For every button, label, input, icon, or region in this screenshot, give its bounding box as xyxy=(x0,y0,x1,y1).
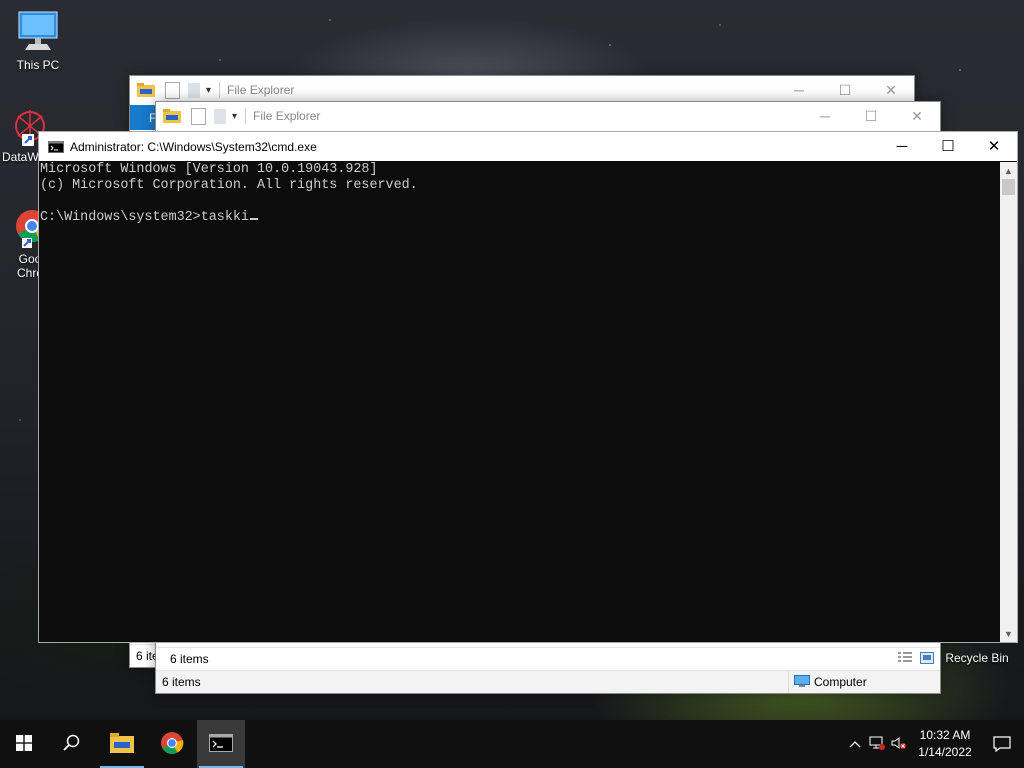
text-cursor xyxy=(249,218,258,220)
details-item-count: 6 items xyxy=(162,675,201,689)
vertical-scrollbar[interactable]: ▲ ▼ xyxy=(1000,162,1017,642)
chrome-icon xyxy=(160,731,184,758)
search-button[interactable] xyxy=(48,720,96,768)
taskbar: 10:32 AM 1/14/2022 xyxy=(0,720,1024,768)
desktop-icon-this-pc[interactable]: This PC xyxy=(0,10,76,72)
scroll-thumb[interactable] xyxy=(1002,179,1015,195)
console-output[interactable]: Microsoft Windows [Version 10.0.19043.92… xyxy=(39,162,1000,642)
cmd-icon xyxy=(48,140,64,153)
maximize-button[interactable]: ☐ xyxy=(925,132,971,160)
console-line: (c) Microsoft Corporation. All rights re… xyxy=(40,178,418,193)
title-bar[interactable]: ▾ File Explorer ─ ☐ ✕ xyxy=(156,102,940,130)
clock-time: 10:32 AM xyxy=(919,728,971,742)
large-icons-view-icon[interactable] xyxy=(920,652,934,664)
details-view-icon[interactable] xyxy=(898,652,912,664)
folder-icon xyxy=(137,83,155,97)
taskbar-cmd[interactable] xyxy=(197,720,245,768)
title-separator xyxy=(245,108,247,124)
system-tray: 10:32 AM 1/14/2022 xyxy=(844,720,1024,768)
desktop-icon-label: This PC xyxy=(16,58,60,72)
scroll-up-arrow-icon[interactable]: ▲ xyxy=(1000,162,1017,179)
minimize-button[interactable]: ─ xyxy=(879,132,925,160)
customize-toolbar-chevron-icon[interactable]: ▾ xyxy=(232,111,237,122)
status-item-count: 6 items xyxy=(170,652,209,666)
window-title: File Explorer xyxy=(227,83,295,97)
title-bar[interactable]: ▾ File Explorer ─ ☐ ✕ xyxy=(130,76,914,104)
notification-center-icon[interactable] xyxy=(980,736,1024,752)
maximize-button[interactable]: ☐ xyxy=(822,76,868,104)
status-bar: 6 items xyxy=(156,647,940,670)
start-button[interactable] xyxy=(0,720,48,768)
close-button[interactable]: ✕ xyxy=(894,102,940,130)
cmd-icon xyxy=(209,733,233,755)
quick-access-properties-icon[interactable] xyxy=(191,107,206,125)
quick-access-new-folder-icon[interactable] xyxy=(188,82,200,98)
taskbar-chrome[interactable] xyxy=(148,720,196,768)
maximize-button[interactable]: ☐ xyxy=(848,102,894,130)
clock-date: 1/14/2022 xyxy=(918,745,972,759)
minimize-button[interactable]: ─ xyxy=(802,102,848,130)
title-bar[interactable]: Administrator: C:\Windows\System32\cmd.e… xyxy=(39,132,1017,161)
close-button[interactable]: ✕ xyxy=(971,132,1017,160)
cmd-window[interactable]: Administrator: C:\Windows\System32\cmd.e… xyxy=(38,131,1018,643)
windows-logo-icon xyxy=(16,734,32,754)
minimize-button[interactable]: ─ xyxy=(776,76,822,104)
details-divider xyxy=(788,671,789,693)
show-hidden-icons-chevron-icon[interactable] xyxy=(844,737,866,751)
quick-access-new-folder-icon[interactable] xyxy=(214,108,226,124)
scroll-down-arrow-icon[interactable]: ▼ xyxy=(1000,625,1017,642)
close-button[interactable]: ✕ xyxy=(868,76,914,104)
folder-icon xyxy=(163,109,181,123)
console-line: ​ xyxy=(40,194,999,210)
this-pc-icon xyxy=(15,10,61,54)
desktop-icon-label: Recycle Bin xyxy=(945,651,1009,665)
desktop-icon-recycle-bin[interactable]: Recycle Bin xyxy=(940,651,1014,665)
location-label: Computer xyxy=(814,675,867,689)
window-title: Administrator: C:\Windows\System32\cmd.e… xyxy=(70,139,317,154)
console-line: Microsoft Windows [Version 10.0.19043.92… xyxy=(40,162,378,177)
network-icon[interactable] xyxy=(866,736,888,753)
window-title: File Explorer xyxy=(253,109,321,123)
taskbar-file-explorer[interactable] xyxy=(98,720,146,768)
search-icon xyxy=(63,734,81,755)
quick-access-properties-icon[interactable] xyxy=(165,81,180,99)
clock[interactable]: 10:32 AM 1/14/2022 xyxy=(910,727,980,761)
details-bar: 6 items Computer xyxy=(156,670,940,693)
customize-toolbar-chevron-icon[interactable]: ▾ xyxy=(206,85,211,96)
computer-icon xyxy=(794,675,810,688)
folder-icon xyxy=(110,732,134,756)
volume-muted-icon[interactable] xyxy=(888,736,910,753)
console-prompt-text: C:\Windows\system32>taskki xyxy=(40,210,249,225)
title-separator xyxy=(219,82,221,98)
console-prompt-line: C:\Windows\system32>taskki xyxy=(40,210,999,226)
